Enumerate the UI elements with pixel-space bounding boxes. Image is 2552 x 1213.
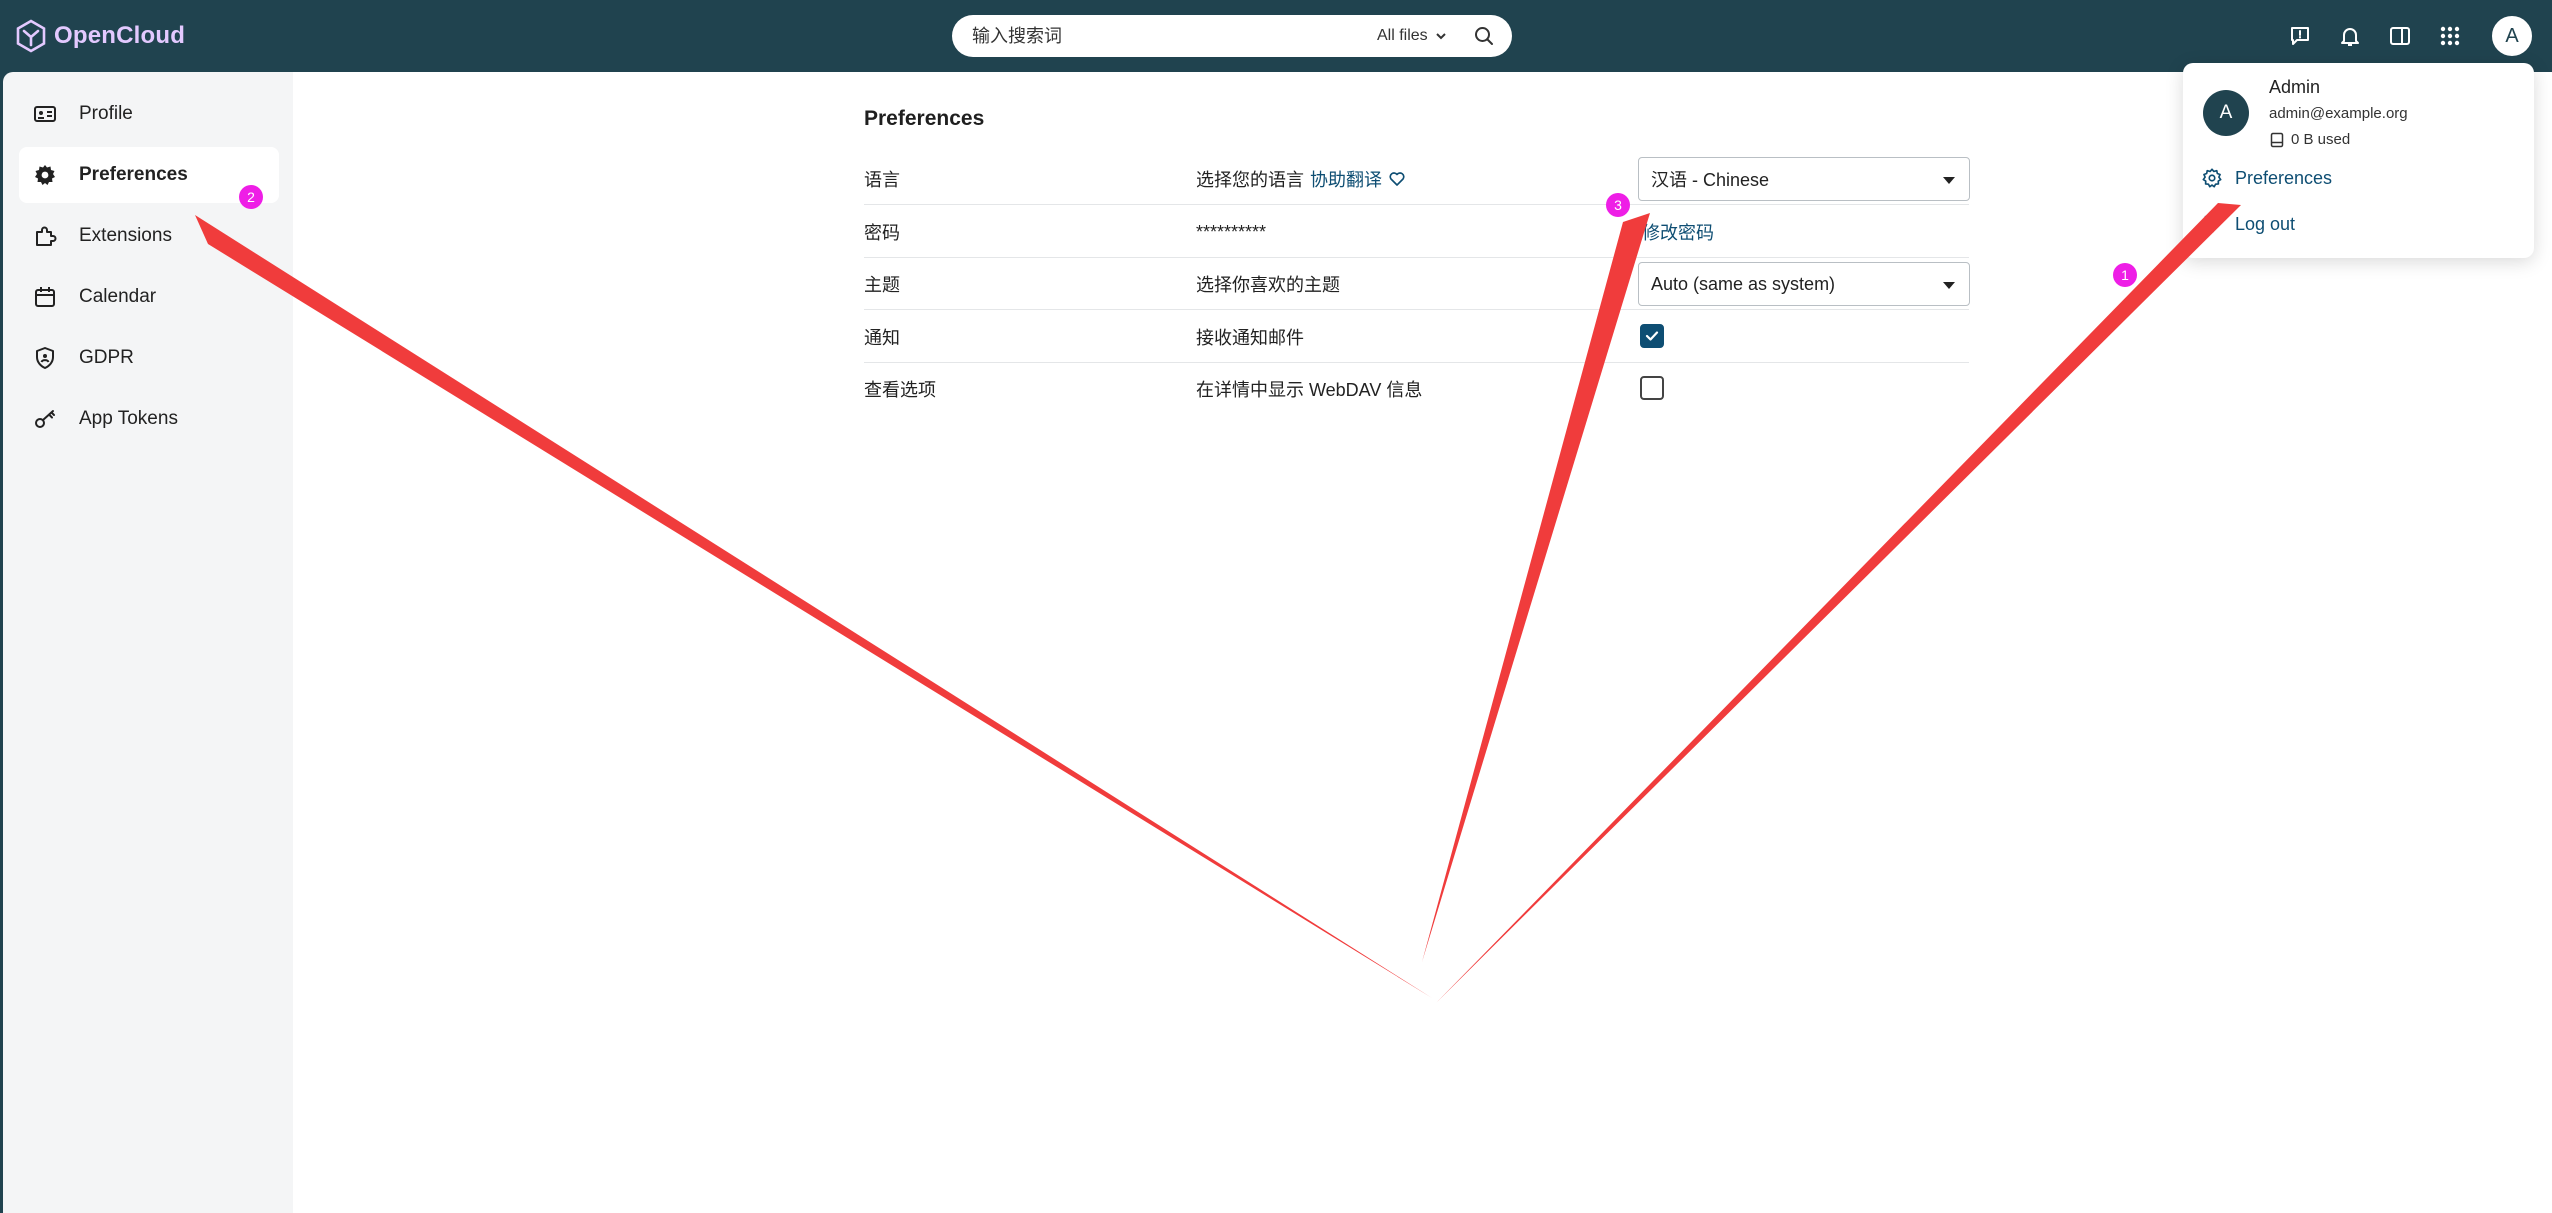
chevron-down-icon	[1435, 33, 1446, 40]
menu-item-label: Preferences	[2235, 167, 2333, 188]
theme-select[interactable]: Auto (same as system)	[1638, 262, 1970, 306]
search-icon[interactable]	[1472, 24, 1496, 48]
caret-down-icon	[1943, 177, 1955, 184]
search-input[interactable]	[972, 25, 1352, 47]
theme-select-value: Auto (same as system)	[1651, 273, 1836, 294]
sidebar-item-label: Calendar	[79, 286, 157, 307]
app-grid-icon[interactable]	[2434, 20, 2466, 52]
menu-item-preferences[interactable]: Preferences	[2201, 163, 2332, 193]
change-password-link[interactable]: 修改密码	[1642, 206, 1714, 258]
sidebar-item-label: Extensions	[79, 225, 172, 246]
preference-row-notifications: 通知 接收通知邮件	[864, 311, 1969, 363]
caret-down-icon	[1943, 282, 1955, 289]
user-email: admin@example.org	[2269, 105, 2408, 122]
bell-icon[interactable]	[2334, 20, 2366, 52]
settings-sidebar: Profile Preferences Extensions Calendar …	[3, 72, 293, 1213]
search-bar: All files	[952, 15, 1512, 57]
page-title: Preferences	[864, 107, 985, 130]
webdav-info-checkbox[interactable]	[1640, 376, 1664, 400]
sidebar-item-app-tokens[interactable]: App Tokens	[19, 391, 279, 447]
preference-label: 通知	[864, 328, 900, 348]
shield-icon	[33, 346, 57, 370]
preference-row-theme: 主题 选择你喜欢的主题 Auto (same as system)	[864, 258, 1970, 310]
sidebar-item-profile[interactable]: Profile	[19, 86, 279, 142]
sidebar-item-label: App Tokens	[79, 408, 178, 429]
email-notifications-checkbox[interactable]	[1640, 324, 1664, 348]
avatar: A	[2203, 90, 2249, 136]
preference-description: 在详情中显示 WebDAV 信息	[1196, 380, 1423, 400]
quota-info: 0 B used	[2269, 131, 2350, 148]
heart-icon	[1389, 172, 1405, 186]
preference-label: 语言	[864, 170, 900, 190]
app-name: OpenCloud	[54, 22, 186, 49]
side-panel-icon[interactable]	[2384, 20, 2416, 52]
preference-description-text: 选择您的语言	[1196, 170, 1304, 190]
gear-icon	[33, 163, 57, 187]
sidebar-item-calendar[interactable]: Calendar	[19, 269, 279, 325]
menu-item-logout[interactable]: Log out	[2201, 209, 2295, 239]
opencloud-logo-icon	[16, 19, 46, 53]
logout-icon	[2204, 215, 2222, 233]
sidebar-item-label: Preferences	[79, 164, 188, 185]
preference-label: 查看选项	[864, 380, 936, 400]
help-translate-link[interactable]: 协助翻译	[1310, 166, 1382, 192]
preference-description: 接收通知邮件	[1196, 328, 1304, 348]
sidebar-item-label: Profile	[79, 103, 133, 124]
key-icon	[33, 407, 57, 431]
preference-row-password: 密码 ********** 修改密码	[864, 206, 1969, 258]
storage-icon	[2270, 132, 2284, 147]
feedback-icon[interactable]	[2284, 20, 2316, 52]
preference-description: 选择您的语言 协助翻译	[1196, 153, 1406, 205]
puzzle-icon	[33, 224, 57, 248]
user-name: Admin	[2269, 77, 2321, 97]
sidebar-item-gdpr[interactable]: GDPR	[19, 330, 279, 386]
language-select-value: 汉语 - Chinese	[1651, 170, 1770, 190]
preference-description: **********	[1196, 221, 1267, 242]
annotation-badge-2: 2	[239, 185, 263, 209]
preference-row-view-options: 查看选项 在详情中显示 WebDAV 信息	[864, 363, 1969, 415]
preference-label: 主题	[864, 275, 900, 295]
preference-description: 选择你喜欢的主题	[1196, 275, 1340, 295]
sidebar-item-extensions[interactable]: Extensions	[19, 208, 279, 264]
gear-icon	[2202, 168, 2222, 188]
menu-item-label: Log out	[2235, 213, 2296, 234]
calendar-icon	[33, 285, 57, 309]
app-logo[interactable]: OpenCloud	[14, 16, 185, 56]
user-menu-dropdown: A Admin admin@example.org 0 B used Prefe…	[2183, 63, 2534, 258]
id-card-icon	[33, 102, 57, 126]
preference-row-language: 语言 选择您的语言 协助翻译 汉语 - Chinese	[864, 153, 1970, 205]
sidebar-item-label: GDPR	[79, 347, 134, 368]
annotation-badge-1: 1	[2113, 263, 2137, 287]
annotation-badge-3: 3	[1606, 193, 1630, 217]
preference-label: 密码	[864, 223, 900, 243]
checkmark-icon	[1645, 331, 1659, 341]
top-bar: OpenCloud All files A	[0, 0, 2552, 72]
user-avatar-button[interactable]: A	[2490, 14, 2534, 58]
language-select[interactable]: 汉语 - Chinese	[1638, 157, 1970, 201]
search-scope-label: All files	[1377, 27, 1428, 44]
quota-text: 0 B used	[2291, 131, 2351, 148]
search-scope-select[interactable]: All files	[1377, 15, 1448, 57]
